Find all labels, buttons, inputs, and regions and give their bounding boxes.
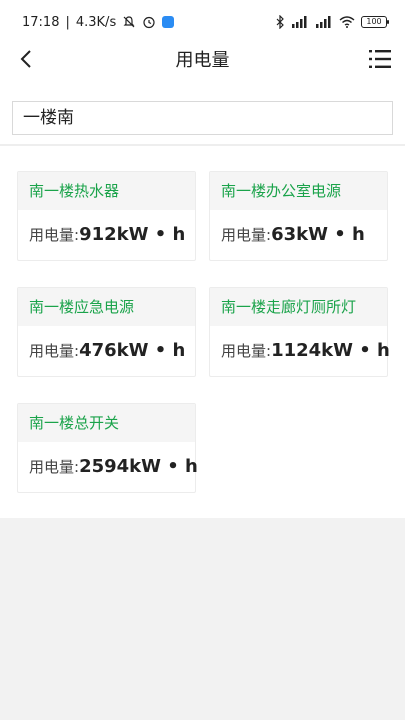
signal-icon-2	[315, 16, 333, 28]
usage-card-grid: 南一楼热水器 用电量:912kW • h 南一楼办公室电源 用电量:63kW •…	[0, 146, 405, 518]
usage-label: 用电量:	[29, 226, 80, 244]
usage-unit: kW • h	[296, 224, 365, 245]
usage-value: 63	[271, 224, 297, 245]
usage-value: 1124	[271, 340, 322, 361]
search-input[interactable]: 一楼南	[12, 101, 393, 135]
usage-value: 2594	[79, 456, 130, 477]
wifi-icon	[339, 16, 355, 28]
usage-unit: kW • h	[129, 456, 198, 477]
usage-card[interactable]: 南一楼办公室电源 用电量:63kW • h	[209, 171, 388, 261]
card-body: 用电量:1124kW • h	[210, 326, 390, 376]
mute-bell-icon	[122, 15, 136, 29]
card-title: 南一楼总开关	[18, 404, 195, 442]
usage-card[interactable]: 南一楼总开关 用电量:2594kW • h	[17, 403, 198, 493]
card-title: 南一楼办公室电源	[210, 172, 387, 210]
usage-card[interactable]: 南一楼应急电源 用电量:476kW • h	[17, 287, 196, 377]
signal-icon-1	[291, 16, 309, 28]
usage-label: 用电量:	[221, 226, 272, 244]
battery-icon: 100	[361, 16, 389, 28]
list-menu-button[interactable]	[367, 46, 393, 72]
usage-label: 用电量:	[29, 342, 80, 360]
status-bar: 17:18 | 4.3K/s 100	[0, 0, 405, 44]
app-notification-icon	[162, 16, 175, 28]
bluetooth-icon	[275, 15, 285, 29]
status-separator: |	[65, 14, 70, 30]
usage-label: 用电量:	[221, 342, 272, 360]
status-time: 17:18	[22, 14, 60, 30]
card-title: 南一楼走廊灯厕所灯	[210, 288, 387, 326]
card-body: 用电量:63kW • h	[210, 210, 387, 260]
card-body: 用电量:2594kW • h	[18, 442, 198, 492]
status-network-speed: 4.3K/s	[75, 14, 117, 30]
card-body: 用电量:476kW • h	[18, 326, 195, 376]
usage-unit: kW • h	[116, 340, 186, 361]
list-menu-icon	[369, 50, 391, 68]
usage-value: 476	[79, 340, 117, 361]
app-header: 用电量	[0, 44, 405, 74]
usage-card[interactable]: 南一楼走廊灯厕所灯 用电量:1124kW • h	[209, 287, 390, 377]
usage-label: 用电量:	[29, 458, 80, 476]
alarm-clock-icon	[142, 15, 156, 29]
card-title: 南一楼热水器	[18, 172, 195, 210]
usage-unit: kW • h	[321, 340, 390, 361]
card-title: 南一楼应急电源	[18, 288, 195, 326]
usage-unit: kW • h	[116, 224, 186, 245]
usage-value: 912	[79, 224, 117, 245]
page-title: 用电量	[175, 50, 230, 71]
card-body: 用电量:912kW • h	[18, 210, 195, 260]
status-right: 100	[275, 15, 389, 29]
usage-card[interactable]: 南一楼热水器 用电量:912kW • h	[17, 171, 196, 261]
status-left: 17:18 | 4.3K/s	[22, 14, 175, 30]
search-area: 一楼南	[0, 74, 405, 144]
